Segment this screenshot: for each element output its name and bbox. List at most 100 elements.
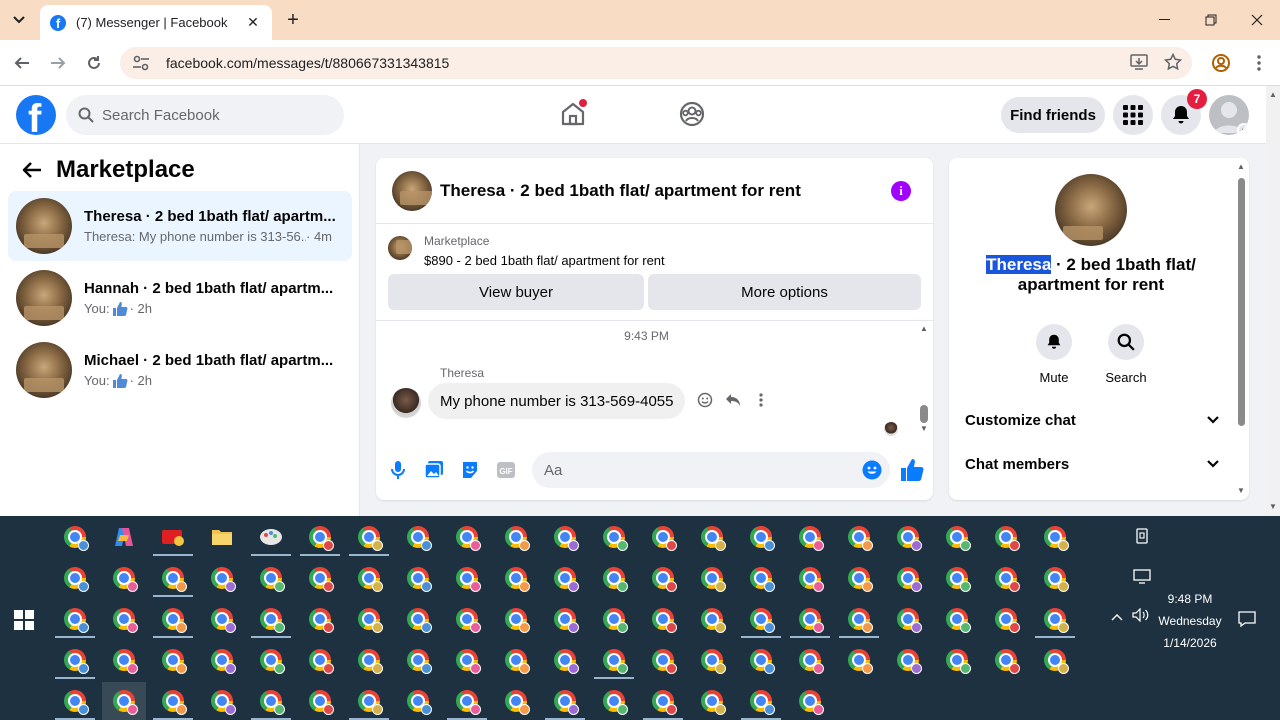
listing-large-thumbnail[interactable] — [1055, 174, 1127, 246]
chrome-profile-app-icon[interactable] — [837, 641, 881, 679]
windows-start-icon[interactable] — [14, 610, 34, 630]
marketplace-listing-banner[interactable]: Marketplace $890 - 2 bed 1bath flat/ apa… — [388, 234, 665, 268]
chrome-profile-app-icon[interactable] — [53, 682, 97, 720]
notifications-button[interactable]: 7 — [1161, 89, 1207, 135]
chrome-profile-app-icon[interactable] — [543, 641, 587, 679]
chrome-profile-app-icon[interactable] — [935, 600, 979, 638]
find-friends-button[interactable]: Find friends — [1001, 97, 1105, 133]
tab-search-dropdown-icon[interactable] — [6, 8, 32, 32]
chrome-profile-app-icon[interactable] — [543, 559, 587, 597]
copilot-app-icon[interactable] — [102, 518, 146, 556]
taskbar-clock[interactable]: 9:48 PM Wednesday 1/14/2026 — [1150, 588, 1230, 654]
chrome-profile-app-icon[interactable] — [592, 682, 636, 720]
chat-header-thumbnail[interactable] — [392, 170, 432, 211]
chrome-profile-app-icon[interactable] — [249, 600, 293, 638]
chrome-profile-app-icon[interactable] — [102, 641, 146, 679]
chrome-profile-app-icon[interactable] — [837, 518, 881, 556]
chrome-profile-app-icon[interactable] — [739, 518, 783, 556]
chrome-profile-app-icon[interactable] — [396, 600, 440, 638]
chrome-profile-app-icon[interactable] — [690, 600, 734, 638]
chrome-profile-app-icon[interactable] — [641, 682, 685, 720]
chrome-profile-app-icon[interactable] — [984, 518, 1028, 556]
chrome-profile-app-icon[interactable] — [445, 682, 489, 720]
chrome-profile-app-icon[interactable] — [494, 641, 538, 679]
chrome-profile-app-icon[interactable] — [788, 682, 832, 720]
scroll-up-arrow-icon[interactable]: ▲ — [1237, 162, 1245, 171]
chrome-profile-app-icon[interactable] — [739, 641, 783, 679]
forward-arrow-icon[interactable] — [47, 52, 69, 74]
gif-icon[interactable]: GIF — [496, 460, 516, 480]
chrome-profile-app-icon[interactable] — [592, 641, 636, 679]
chrome-profile-app-icon[interactable] — [886, 641, 930, 679]
chrome-profile-app-icon[interactable] — [102, 682, 146, 720]
conversation-item-michael[interactable]: Michael · 2 bed 1bath flat/ apartm... Yo… — [8, 335, 352, 405]
chrome-profile-app-icon[interactable] — [102, 559, 146, 597]
chrome-profile-app-icon[interactable] — [543, 518, 587, 556]
chrome-profile-app-icon[interactable] — [641, 600, 685, 638]
store-app-icon[interactable] — [151, 518, 195, 556]
chrome-profile-app-icon[interactable] — [151, 559, 195, 597]
chrome-profile-app-icon[interactable] — [200, 641, 244, 679]
chat-scrollbar[interactable]: ▲ ▼ — [917, 322, 931, 436]
scroll-thumb[interactable] — [920, 405, 928, 423]
chrome-profile-app-icon[interactable] — [690, 682, 734, 720]
volume-icon[interactable] — [1132, 607, 1150, 625]
info-icon[interactable]: i — [891, 181, 911, 201]
facebook-logo-icon[interactable]: f — [16, 95, 56, 135]
chrome-profile-app-icon[interactable] — [739, 682, 783, 720]
chrome-profile-app-icon[interactable] — [641, 559, 685, 597]
message-input[interactable] — [544, 461, 844, 479]
chrome-profile-app-icon[interactable] — [641, 641, 685, 679]
chrome-profile-app-icon[interactable] — [641, 518, 685, 556]
display-icon[interactable] — [1133, 568, 1151, 587]
reload-icon[interactable] — [83, 52, 105, 74]
chrome-profile-app-icon[interactable] — [151, 600, 195, 638]
home-nav-icon[interactable] — [559, 99, 587, 128]
paint-app-icon[interactable] — [249, 518, 293, 556]
emoji-icon[interactable] — [862, 460, 882, 480]
chrome-profile-app-icon[interactable] — [788, 559, 832, 597]
chrome-profile-app-icon[interactable] — [347, 600, 391, 638]
photo-icon[interactable] — [424, 460, 444, 480]
more-options-button[interactable]: More options — [648, 274, 921, 310]
chrome-profile-app-icon[interactable] — [298, 641, 342, 679]
chat-title[interactable]: Theresa · 2 bed 1bath flat/ apartment fo… — [440, 181, 801, 201]
chrome-profile-app-icon[interactable] — [935, 518, 979, 556]
scroll-up-arrow-icon[interactable]: ▲ — [1269, 90, 1277, 99]
back-arrow-icon[interactable] — [20, 158, 44, 182]
chrome-profile-app-icon[interactable] — [984, 600, 1028, 638]
chrome-profile-app-icon[interactable] — [347, 682, 391, 720]
chrome-profile-app-icon[interactable] — [886, 600, 930, 638]
chrome-profile-app-icon[interactable] — [298, 559, 342, 597]
chrome-profile-app-icon[interactable] — [690, 559, 734, 597]
profile-icon[interactable] — [1210, 52, 1232, 74]
chrome-profile-app-icon[interactable] — [200, 559, 244, 597]
chrome-profile-app-icon[interactable] — [494, 682, 538, 720]
chrome-profile-app-icon[interactable] — [739, 559, 783, 597]
chrome-menu-icon[interactable] — [1248, 52, 1270, 74]
chrome-profile-app-icon[interactable] — [1033, 641, 1077, 679]
action-center-icon[interactable] — [1238, 610, 1256, 631]
chrome-profile-app-icon[interactable] — [445, 600, 489, 638]
chrome-profile-app-icon[interactable] — [249, 641, 293, 679]
chrome-profile-app-icon[interactable] — [494, 518, 538, 556]
conversation-item-theresa[interactable]: Theresa · 2 bed 1bath flat/ apartm... Th… — [8, 191, 352, 261]
scroll-down-arrow-icon[interactable]: ▼ — [920, 424, 928, 433]
react-emoji-icon[interactable] — [695, 390, 715, 410]
chrome-profile-app-icon[interactable] — [102, 600, 146, 638]
chrome-profile-app-icon[interactable] — [347, 518, 391, 556]
account-avatar[interactable]: ▾ — [1209, 95, 1249, 135]
search-in-chat-button[interactable]: Search — [1096, 324, 1156, 385]
chrome-profile-app-icon[interactable] — [298, 600, 342, 638]
search-input[interactable] — [102, 106, 322, 124]
chrome-profile-app-icon[interactable] — [396, 559, 440, 597]
chrome-profile-app-icon[interactable] — [1033, 518, 1077, 556]
page-scrollbar[interactable]: ▲ ▼ — [1266, 86, 1280, 516]
microphone-icon[interactable] — [388, 460, 408, 480]
facebook-search[interactable] — [66, 95, 344, 135]
chrome-profile-app-icon[interactable] — [935, 641, 979, 679]
chrome-profile-app-icon[interactable] — [886, 559, 930, 597]
info-panel-scrollbar[interactable]: ▲ ▼ — [1234, 162, 1248, 496]
chrome-profile-app-icon[interactable] — [592, 559, 636, 597]
chrome-profile-app-icon[interactable] — [445, 641, 489, 679]
